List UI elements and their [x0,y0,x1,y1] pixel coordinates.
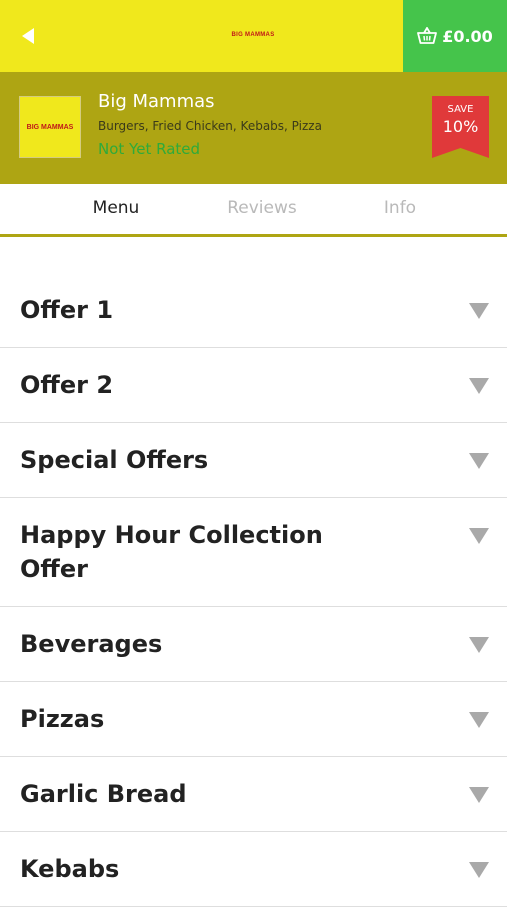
menu-category-label: Pizzas [20,705,105,733]
restaurant-header: BIG MAMMAS Big Mammas Burgers, Fried Chi… [0,72,507,184]
chevron-down-icon [469,453,489,469]
chevron-down-icon [469,303,489,319]
menu-category-special-offers[interactable]: Special Offers [0,423,507,498]
menu-category-label: Kebabs [20,855,120,883]
tab-reviews[interactable]: Reviews [207,198,317,218]
restaurant-logo-text: BIG MAMMAS [26,123,74,131]
restaurant-rating: Not Yet Rated [98,140,201,158]
menu-category-pizzas[interactable]: Pizzas [0,682,507,757]
menu-category-kebabs[interactable]: Kebabs [0,832,507,907]
menu-category-label: Happy Hour Collection Offer [20,521,323,583]
menu-category-offer-2[interactable]: Offer 2 [0,348,507,423]
restaurant-cuisine: Burgers, Fried Chicken, Kebabs, Pizza [98,119,322,133]
menu-category-garlic-bread[interactable]: Garlic Bread [0,757,507,832]
restaurant-logo: BIG MAMMAS [19,96,81,158]
tab-bar: Menu Reviews Info [0,184,507,237]
menu-category-label: Special Offers [20,446,209,474]
back-arrow-icon [22,28,34,44]
menu-category-list: Offer 1 Offer 2 Special Offers Happy Hou… [0,273,507,907]
menu-category-label: Garlic Bread [20,780,187,808]
menu-category-label: Beverages [20,630,163,658]
save-value: 10% [442,117,479,136]
tab-info[interactable]: Info [345,198,455,218]
basket-icon [417,27,438,44]
save-label: SAVE [447,104,474,115]
menu-category-beverages[interactable]: Beverages [0,607,507,682]
chevron-down-icon [469,712,489,728]
restaurant-name: Big Mammas [98,91,215,112]
top-bar: BIG MAMMAS £0.00 [0,0,507,72]
menu-category-label: Offer 2 [20,371,114,399]
brand-logo: BIG MAMMAS [231,32,275,38]
chevron-down-icon [469,528,489,544]
menu-category-label: Offer 1 [20,296,114,324]
save-badge: SAVE 10% [432,96,489,158]
menu-category-offer-1[interactable]: Offer 1 [0,273,507,348]
cart-total: £0.00 [442,26,493,46]
tab-menu[interactable]: Menu [61,198,171,218]
back-button[interactable] [18,26,38,46]
menu-category-happy-hour[interactable]: Happy Hour Collection Offer [0,498,507,607]
chevron-down-icon [469,862,489,878]
cart-button[interactable]: £0.00 [403,0,507,72]
chevron-down-icon [469,787,489,803]
chevron-down-icon [469,378,489,394]
chevron-down-icon [469,637,489,653]
